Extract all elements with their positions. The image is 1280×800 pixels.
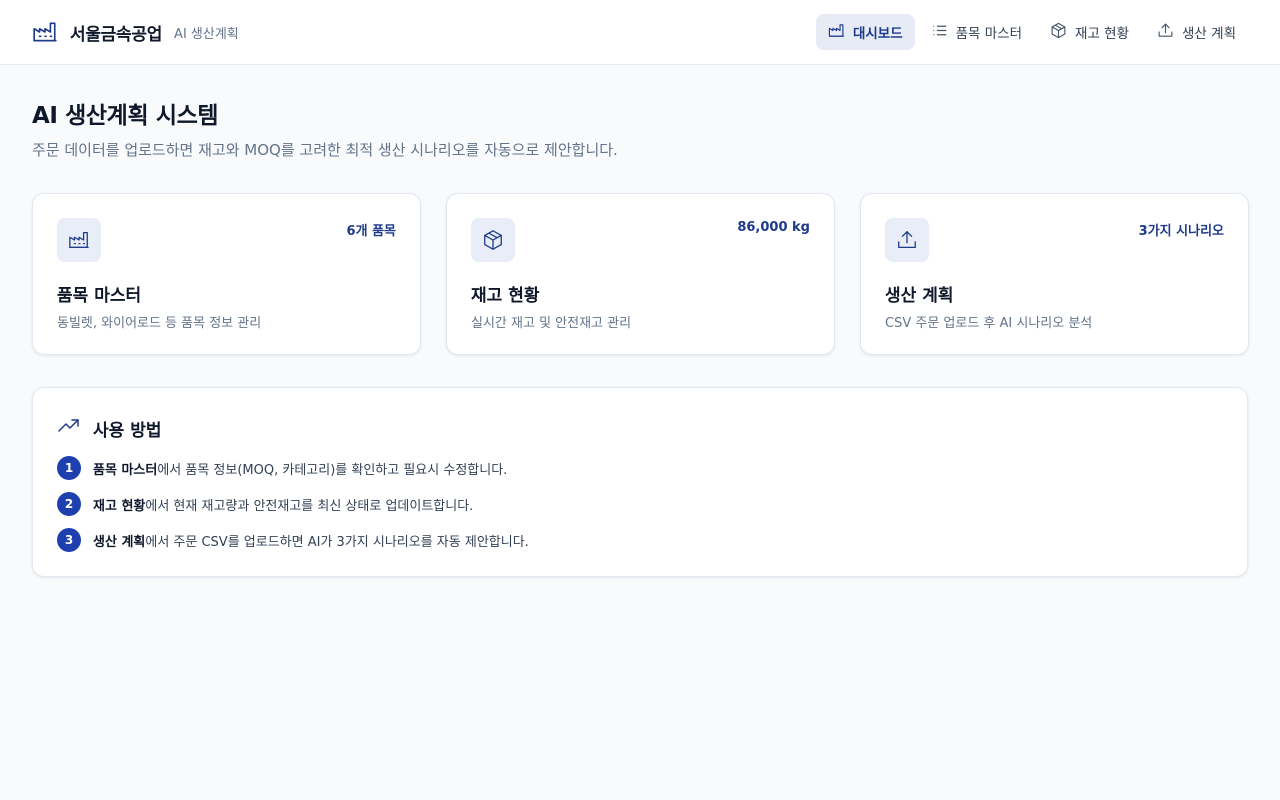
card-badge: 6개 품목 [346,224,396,239]
step-description: 에서 품목 정보(MOQ, 카테고리)를 확인하고 필요시 수정합니다. [157,462,508,478]
step-keyword: 생산 계획 [93,534,146,550]
nav-item-dashboard[interactable]: 대시보드 [815,14,915,50]
step-description: 에서 주문 CSV를 업로드하면 AI가 3가지 시나리오를 자동 제안합니다. [145,534,529,550]
step-text: 재고 현황에서 현재 재고량과 안전재고를 최신 상태로 업데이트합니다. [93,495,473,514]
step-list: 1 품목 마스터에서 품목 정보(MOQ, 카테고리)를 확인하고 필요시 수정… [57,456,529,564]
step-text: 생산 계획에서 주문 CSV를 업로드하면 AI가 3가지 시나리오를 자동 제… [93,531,529,550]
summary-cards: 6개 품목 품목 마스터 동빌렛, 와이어로드 등 품목 정보 관리 86,00… [32,193,1249,355]
card-title: 품목 마스터 [57,286,142,306]
nav-item-label: 대시보드 [852,26,903,42]
nav-item-label: 품목 마스터 [955,26,1023,42]
step-text: 품목 마스터에서 품목 정보(MOQ, 카테고리)를 확인하고 필요시 수정합니… [93,459,507,478]
nav-item-item-master[interactable]: 품목 마스터 [919,14,1034,50]
card-badge: 3가지 시나리오 [1138,224,1224,239]
nav-item-label: 재고 현황 [1075,26,1130,42]
top-header: 서울금속공업 AI 생산계획 대시보드 품목 마스터 재고 현황 생산 계획 [0,0,1280,65]
list-icon [931,22,948,43]
step-number: 2 [57,492,81,516]
brand-subtitle: AI 생산계획 [174,26,239,42]
step-keyword: 재고 현황 [93,498,146,514]
step-item: 1 품목 마스터에서 품목 정보(MOQ, 카테고리)를 확인하고 필요시 수정… [57,456,529,480]
factory-icon [828,22,845,43]
step-number: 3 [57,528,81,552]
page-description: 주문 데이터를 업로드하면 재고와 MOQ를 고려한 최적 생산 시나리오를 자… [32,141,618,159]
card-description: CSV 주문 업로드 후 AI 시나리오 분석 [885,316,1093,331]
card-production-plan[interactable]: 3가지 시나리오 생산 계획 CSV 주문 업로드 후 AI 시나리오 분석 [860,193,1249,355]
card-description: 동빌렛, 와이어로드 등 품목 정보 관리 [57,316,262,331]
how-to-use-title: 사용 방법 [93,420,162,441]
card-badge: 86,000 kg [737,220,810,235]
card-inventory[interactable]: 86,000 kg 재고 현황 실시간 재고 및 안전재고 관리 [446,193,835,355]
card-title: 생산 계획 [885,286,954,306]
card-item-master[interactable]: 6개 품목 품목 마스터 동빌렛, 와이어로드 등 품목 정보 관리 [32,193,421,355]
step-item: 2 재고 현황에서 현재 재고량과 안전재고를 최신 상태로 업데이트합니다. [57,492,529,516]
factory-icon [57,218,101,262]
upload-icon [1157,22,1174,43]
step-item: 3 생산 계획에서 주문 CSV를 업로드하면 AI가 3가지 시나리오를 자동… [57,528,529,552]
package-icon [1050,22,1067,43]
brand[interactable]: 서울금속공업 AI 생산계획 [32,19,239,45]
page-title: AI 생산계획 시스템 [32,103,219,129]
card-title: 재고 현황 [471,286,540,306]
card-description: 실시간 재고 및 안전재고 관리 [471,316,632,331]
brand-name: 서울금속공업 [70,24,163,45]
package-icon [471,218,515,262]
how-to-use-panel: 사용 방법 1 품목 마스터에서 품목 정보(MOQ, 카테고리)를 확인하고 … [32,387,1248,577]
step-description: 에서 현재 재고량과 안전재고를 최신 상태로 업데이트합니다. [145,498,474,514]
trending-up-icon [57,414,81,442]
nav-item-label: 생산 계획 [1182,26,1236,42]
step-number: 1 [57,456,81,480]
main-nav: 대시보드 품목 마스터 재고 현황 생산 계획 [815,14,1248,50]
how-to-use-header: 사용 방법 [57,414,161,442]
nav-item-production-plan[interactable]: 생산 계획 [1145,14,1248,50]
step-keyword: 품목 마스터 [93,462,158,478]
nav-item-inventory[interactable]: 재고 현황 [1038,14,1141,50]
upload-icon [885,218,929,262]
factory-icon [32,19,58,45]
